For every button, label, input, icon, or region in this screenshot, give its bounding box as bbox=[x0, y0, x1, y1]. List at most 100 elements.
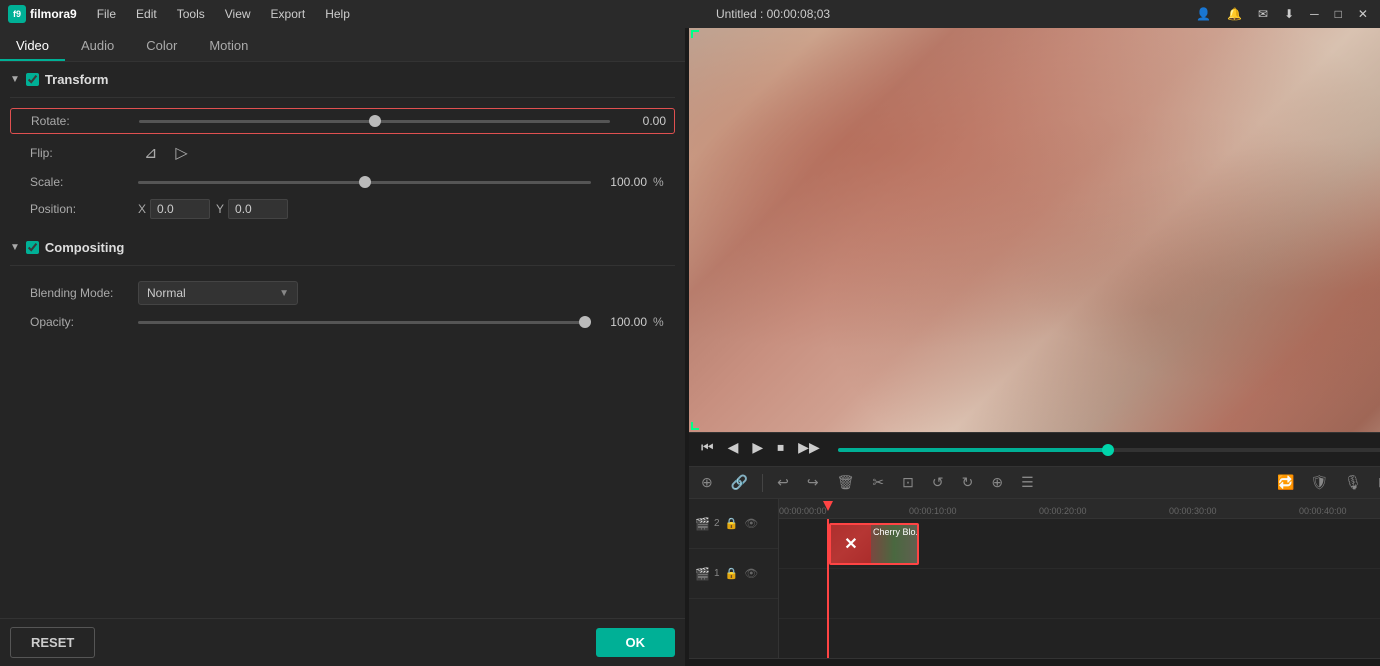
timeline-tracks-header: 🎬 2 🔒 👁 🎬 1 🔒 👁 bbox=[689, 499, 779, 658]
menu-export[interactable]: Export bbox=[267, 5, 310, 23]
scale-unit: % bbox=[653, 175, 667, 189]
corner-marker-bl bbox=[691, 422, 699, 430]
rotate-slider[interactable] bbox=[139, 120, 610, 123]
rotate-button[interactable]: ↺ bbox=[928, 472, 948, 493]
compositing-label: Compositing bbox=[45, 240, 124, 255]
clip-thumbnail: ✕ bbox=[831, 525, 871, 563]
settings-button[interactable]: ☰ bbox=[1017, 472, 1038, 493]
compositing-divider bbox=[10, 265, 675, 266]
track-2-visibility-button[interactable]: 👁 bbox=[743, 516, 759, 531]
redo-button[interactable]: ↪ bbox=[803, 472, 823, 493]
menu-bar: File Edit Tools View Export Help bbox=[93, 5, 354, 23]
scale-value[interactable]: 100.00 bbox=[597, 175, 647, 189]
flip-button[interactable]: ↻ bbox=[958, 472, 978, 493]
timeline-content: 🎬 2 🔒 👁 🎬 1 🔒 👁 bbox=[689, 499, 1380, 658]
position-row: Position: X Y bbox=[10, 194, 675, 224]
position-y-input[interactable] bbox=[228, 199, 288, 219]
maximize-button[interactable]: □ bbox=[1331, 5, 1346, 23]
bell-icon[interactable]: 🔔 bbox=[1223, 5, 1246, 23]
preview-background bbox=[689, 28, 1380, 432]
toolbar-separator-1 bbox=[762, 474, 763, 492]
blending-mode-dropdown[interactable]: Normal ▼ bbox=[138, 281, 298, 305]
flip-label: Flip: bbox=[30, 146, 130, 160]
tab-color[interactable]: Color bbox=[130, 32, 193, 61]
transform-header: ▼ Transform bbox=[10, 72, 675, 87]
progress-thumb[interactable] bbox=[1102, 444, 1114, 456]
timeline-scrollbar[interactable] bbox=[689, 658, 1380, 666]
rotate-value[interactable]: 0.00 bbox=[616, 114, 666, 128]
opacity-label: Opacity: bbox=[30, 315, 130, 329]
compositing-arrow[interactable]: ▼ bbox=[10, 242, 20, 253]
menu-tools[interactable]: Tools bbox=[173, 5, 209, 23]
close-button[interactable]: ✕ bbox=[1354, 5, 1372, 23]
mic-button[interactable]: 🎙 bbox=[1340, 472, 1366, 493]
menu-view[interactable]: View bbox=[221, 5, 255, 23]
track-2-label: 2 bbox=[714, 518, 720, 529]
video-clip[interactable]: ✕ Cherry Blo... bbox=[829, 523, 919, 565]
track-1-lock-button[interactable]: 🔒 bbox=[724, 566, 740, 581]
menu-help[interactable]: Help bbox=[321, 5, 354, 23]
skip-back-button[interactable]: ⏮ bbox=[697, 437, 718, 458]
progress-fill bbox=[838, 448, 1108, 452]
track-1-row bbox=[779, 569, 1380, 619]
timeline-link-button[interactable]: 🔗 bbox=[727, 472, 752, 493]
rotate-row: Rotate: 0.00 bbox=[10, 108, 675, 134]
compositing-section: ▼ Compositing Blending Mode: Normal ▼ bbox=[10, 240, 675, 334]
clip-delete-button[interactable]: ✕ bbox=[831, 525, 871, 563]
ruler-mark-0: 00:00:00:00 bbox=[779, 506, 827, 516]
menu-file[interactable]: File bbox=[93, 5, 120, 23]
play-button[interactable]: ▶ bbox=[748, 437, 767, 458]
menu-edit[interactable]: Edit bbox=[132, 5, 161, 23]
timeline-add-button[interactable]: ⊕ bbox=[697, 472, 717, 493]
add-track-button[interactable]: ⊞ bbox=[1374, 472, 1380, 493]
position-x-input[interactable] bbox=[150, 199, 210, 219]
scale-row: Scale: 100.00 % bbox=[10, 170, 675, 194]
transform-arrow[interactable]: ▼ bbox=[10, 74, 20, 85]
loop-button[interactable]: 🔁 bbox=[1273, 472, 1298, 493]
transform-checkbox[interactable] bbox=[26, 73, 39, 86]
cut-button[interactable]: ✂ bbox=[868, 472, 888, 493]
panel-tabs: Video Audio Color Motion bbox=[0, 28, 685, 62]
y-label: Y bbox=[216, 202, 224, 216]
position-y-group: Y bbox=[216, 199, 288, 219]
delete-button[interactable]: 🗑 bbox=[833, 472, 859, 493]
timeline-toolbar: ⊕ 🔗 ↩ ↪ 🗑 ✂ ⊡ ↺ ↻ ⊕ ☰ 🔁 🛡 🎙 ⊞ ⊟ bbox=[689, 467, 1380, 499]
track-2-lock-button[interactable]: 🔒 bbox=[724, 516, 740, 531]
opacity-value[interactable]: 100.00 bbox=[597, 315, 647, 329]
transform-section: ▼ Transform Rotate: 0.00 Flip: bbox=[10, 72, 675, 224]
timeline-ruler: 00:00:00:00 00:00:10:00 00:00:20:00 00:0… bbox=[779, 499, 1380, 519]
opacity-content: 100.00 % bbox=[138, 315, 667, 329]
progress-track[interactable] bbox=[838, 448, 1380, 452]
download-icon[interactable]: ⬇ bbox=[1280, 5, 1298, 23]
scale-slider[interactable] bbox=[138, 181, 591, 184]
shield-button[interactable]: 🛡 bbox=[1306, 472, 1332, 493]
frame-forward-button[interactable]: ▶▶ bbox=[794, 437, 824, 458]
tab-motion[interactable]: Motion bbox=[193, 32, 264, 61]
rotate-content: 0.00 bbox=[139, 114, 666, 128]
flip-vertical-button[interactable]: ▷ bbox=[169, 141, 193, 165]
crop-button[interactable]: ⊡ bbox=[898, 472, 918, 493]
undo-button[interactable]: ↩ bbox=[773, 472, 793, 493]
preview-overlay bbox=[689, 28, 1380, 432]
user-icon[interactable]: 👤 bbox=[1192, 5, 1215, 23]
flip-horizontal-button[interactable]: ⊿ bbox=[138, 141, 163, 165]
mail-icon[interactable]: ✉ bbox=[1254, 5, 1272, 23]
playback-buttons: ⏮ ◀ ▶ ⏹ ▶▶ 00:00:02:21 bbox=[697, 437, 1380, 462]
reset-button[interactable]: RESET bbox=[10, 627, 95, 658]
tab-audio[interactable]: Audio bbox=[65, 32, 130, 61]
playhead[interactable] bbox=[827, 519, 829, 658]
title-bar-right: 👤 🔔 ✉ ⬇ ─ □ ✕ bbox=[1192, 5, 1372, 23]
minimize-button[interactable]: ─ bbox=[1306, 5, 1323, 23]
effects-button[interactable]: ⊕ bbox=[987, 472, 1007, 493]
stop-button[interactable]: ⏹ bbox=[773, 437, 788, 458]
ok-button[interactable]: OK bbox=[596, 628, 676, 657]
opacity-slider[interactable] bbox=[138, 321, 591, 324]
track-1-header: 🎬 1 🔒 👁 bbox=[689, 549, 778, 599]
track-1-visibility-button[interactable]: 👁 bbox=[743, 566, 759, 581]
track-2-row: ✕ Cherry Blo... bbox=[779, 519, 1380, 569]
tab-video[interactable]: Video bbox=[0, 32, 65, 61]
frame-back-button[interactable]: ◀ bbox=[724, 437, 743, 458]
compositing-checkbox[interactable] bbox=[26, 241, 39, 254]
ruler-mark-1: 00:00:10:00 bbox=[909, 506, 957, 516]
left-panel: Video Audio Color Motion ▼ Transform Rot… bbox=[0, 28, 685, 666]
